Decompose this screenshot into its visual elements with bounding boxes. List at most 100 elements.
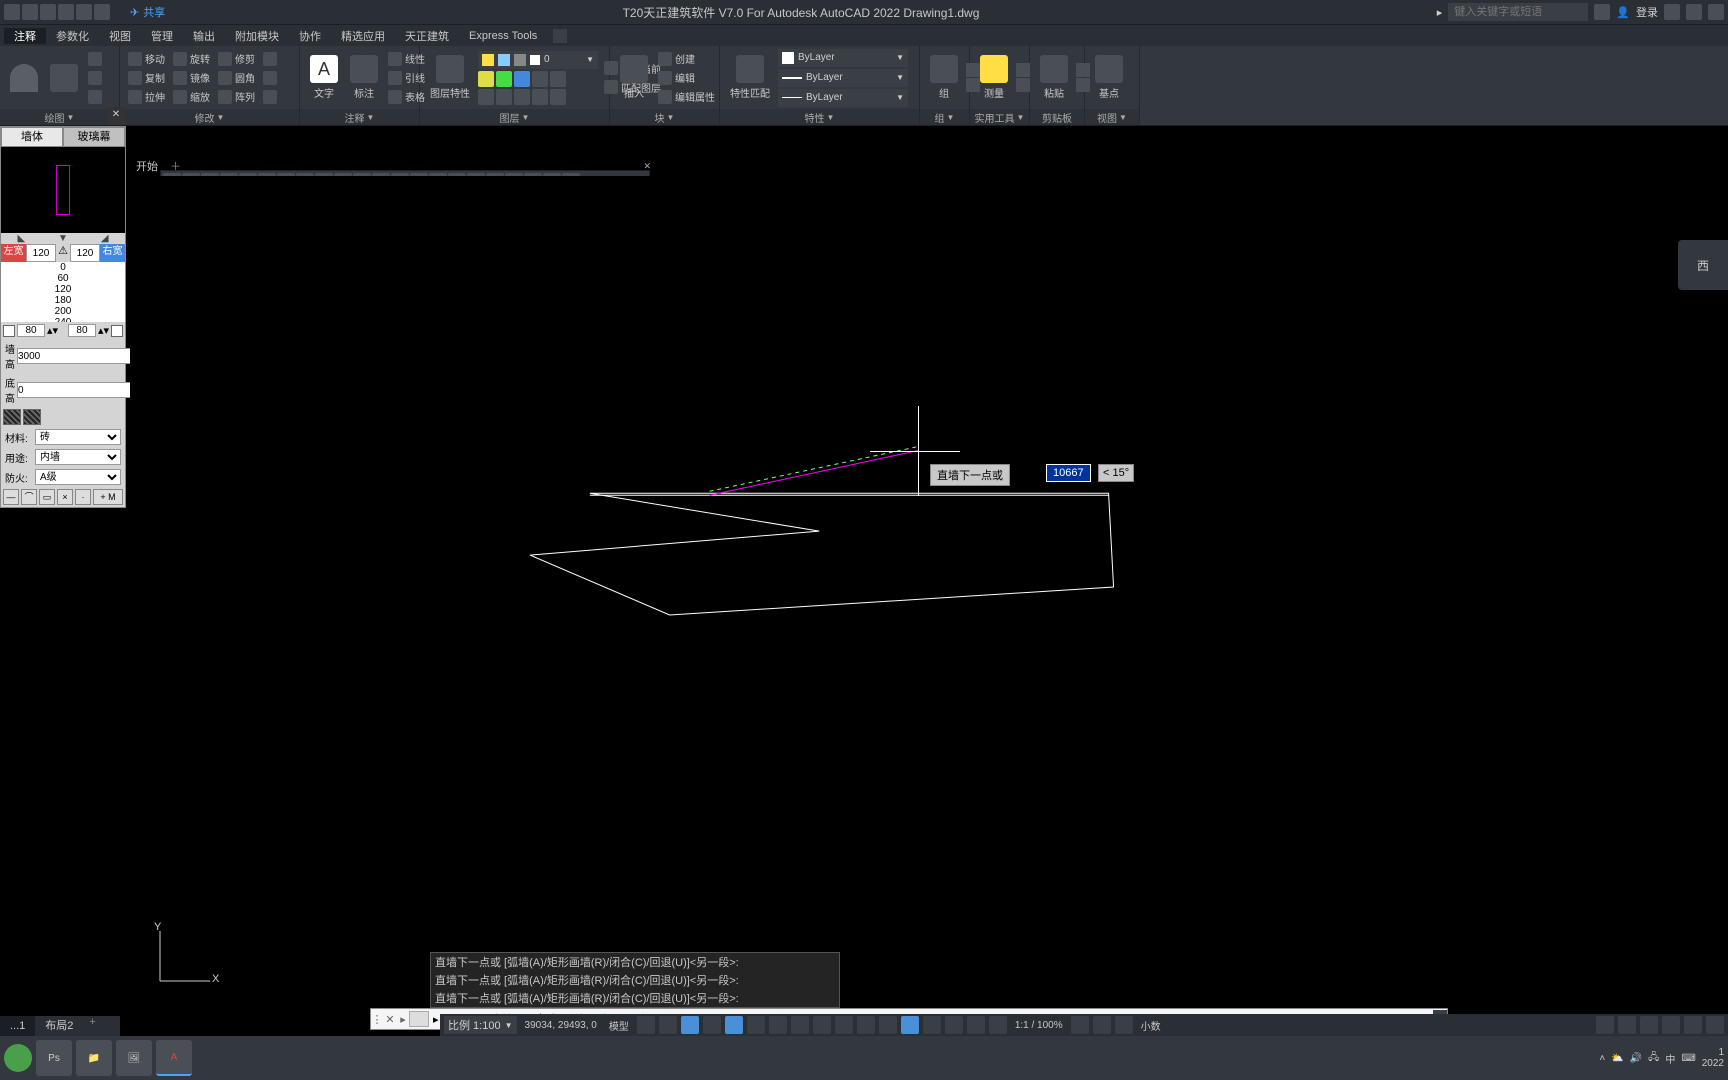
sel-cycle-toggle[interactable] [835,1016,853,1034]
chevron-down-icon[interactable]: ▼ [827,113,835,122]
status-toggle[interactable] [1618,1016,1636,1034]
scale-tool[interactable]: 缩放 [171,88,212,106]
chevron-down-icon[interactable]: ▼ [667,113,675,122]
polyline-button[interactable] [46,62,82,94]
right-width-input[interactable] [70,244,100,262]
qat-open-icon[interactable] [40,4,56,20]
tab-curtain[interactable]: 玻璃幕 [63,127,125,147]
list-item[interactable]: 120 [1,284,125,295]
status-toggle[interactable] [1093,1016,1111,1034]
spin2-input[interactable] [68,324,96,337]
copy-tool[interactable]: 复制 [126,69,167,87]
chevron-down-icon[interactable]: ▼ [947,113,955,122]
move-tool[interactable]: 移动 [126,50,167,68]
tray-ime[interactable]: 中 [1665,1051,1675,1066]
cmdline-close-icon[interactable]: ✕ [383,1013,397,1026]
scale-dropdown[interactable]: 比例 1:100 ▼ [444,1016,517,1034]
measure-button[interactable]: 测量 [976,53,1012,102]
layer-tool-icon[interactable] [514,71,530,87]
layer-tool-icon[interactable] [478,71,494,87]
block-create[interactable]: 创建 [656,50,717,68]
clean-screen-icon[interactable] [1684,1016,1702,1034]
qat-plot-icon[interactable] [58,4,74,20]
qat-redo-icon[interactable] [94,4,110,20]
share-link[interactable]: ✈ 共享 [130,4,165,20]
layer-tool-icon[interactable] [550,89,566,105]
layer-tool-icon[interactable] [532,71,548,87]
mode-arc-button[interactable]: ⌒ [21,489,37,505]
ellipse-tool[interactable] [86,69,104,87]
tray-network-icon[interactable]: 🖧 [1648,1050,1659,1067]
tab-hide-toggle[interactable] [553,29,567,43]
list-item[interactable]: 180 [1,295,125,306]
mode-misc-button[interactable]: × [57,489,73,505]
chevron-down-icon[interactable]: ▼ [1119,113,1127,122]
linetype-dropdown[interactable]: ByLayer▼ [778,89,908,107]
tab-manage[interactable]: 管理 [141,28,183,44]
layer-props-button[interactable]: 图层特性 [426,53,474,102]
hatch-tool[interactable] [86,88,104,106]
chevron-down-icon[interactable]: ▼ [367,113,375,122]
arc-button[interactable] [6,62,42,94]
group-button[interactable]: 组 [926,53,962,102]
grid-toggle[interactable] [637,1016,655,1034]
cmdline-options-icon[interactable]: ▸ [397,1013,409,1026]
left-width-input[interactable] [26,244,56,262]
hatch-swatch[interactable] [23,409,41,425]
view-cube[interactable]: 西 [1678,240,1728,290]
tab-tangent[interactable]: 天正建筑 [395,28,459,44]
generic-icon[interactable] [1016,78,1030,92]
drawing-tab-add[interactable]: ＋ [164,158,187,174]
dim-button[interactable]: 标注 [346,53,382,102]
palette-close-icon[interactable]: ✕ [107,107,125,125]
customize-icon[interactable] [1706,1016,1724,1034]
status-toggle[interactable] [967,1016,985,1034]
text-button[interactable]: A文字 [306,53,342,102]
help-icon[interactable] [1708,4,1724,20]
annoscale-dropdown[interactable]: 1:1 / 100% [1011,1020,1067,1031]
chevron-down-icon[interactable]: ▼ [1017,113,1025,122]
layer-tool-icon[interactable] [496,71,512,87]
trim-tool[interactable]: 修剪 [216,50,257,68]
cmdline-handle-icon[interactable]: ⋮ [371,1013,383,1026]
close-icon[interactable]: ✕ [643,161,651,172]
status-toggle[interactable] [1640,1016,1658,1034]
chevron-down-icon[interactable]: ▼ [522,113,530,122]
wall-width-list[interactable]: 0 60 120 180 200 240 360 [1,262,125,322]
taskbar-app-ps[interactable]: Ps [36,1040,72,1076]
block-edit[interactable]: 编辑 [656,69,717,87]
qat-save-icon[interactable] [4,4,20,20]
dynamic-distance-input[interactable]: 10667 [1046,464,1091,482]
infer-toggle[interactable] [901,1016,919,1034]
mode-more-button[interactable]: + M [93,489,123,505]
modify-misc2[interactable] [261,69,279,87]
app-menu-icon[interactable] [1686,4,1702,20]
layer-tool-icon[interactable] [514,89,530,105]
layer-tool-icon[interactable] [478,89,494,105]
checkbox-1[interactable] [3,325,15,337]
3dosnap-toggle[interactable] [857,1016,875,1034]
tab-wall[interactable]: 墙体 [1,127,63,147]
checkbox-2[interactable] [111,325,123,337]
fire-select[interactable]: A级 [35,469,121,485]
color-dropdown[interactable]: ByLayer▼ [778,49,908,67]
annoauto-toggle[interactable] [945,1016,963,1034]
start-button[interactable] [4,1044,32,1072]
layout-tab-1[interactable]: ...1 [0,1016,35,1036]
layer-tool-icon[interactable] [532,89,548,105]
layer-tool-icon[interactable] [550,71,566,87]
spin1-input[interactable] [17,324,45,337]
wall-palette[interactable]: ✕ 墙体 玻璃幕 ◣▼◢ 左宽 ⚠ 右宽 0 60 120 180 200 24… [0,126,126,508]
search-icon[interactable] [1594,4,1610,20]
chevron-down-icon[interactable]: ▼ [67,113,75,122]
list-item[interactable]: 0 [1,262,125,273]
flip-arrow-icon[interactable]: ◢ [101,233,109,244]
modify-misc1[interactable] [261,50,279,68]
lock-toggle-icon[interactable]: ⚠ [56,244,70,262]
login-label[interactable]: 登录 [1636,4,1658,20]
tray-keyboard-icon[interactable]: ⌨ [1681,1053,1695,1064]
drawing-canvas[interactable]: 直墙下一点或 10667 < 15° X Y [130,176,1728,1014]
mode-rect-button[interactable]: ▭ [39,489,55,505]
model-space-button[interactable]: 模型 [605,1018,633,1033]
drawing-tab-start[interactable]: 开始 [130,158,164,174]
